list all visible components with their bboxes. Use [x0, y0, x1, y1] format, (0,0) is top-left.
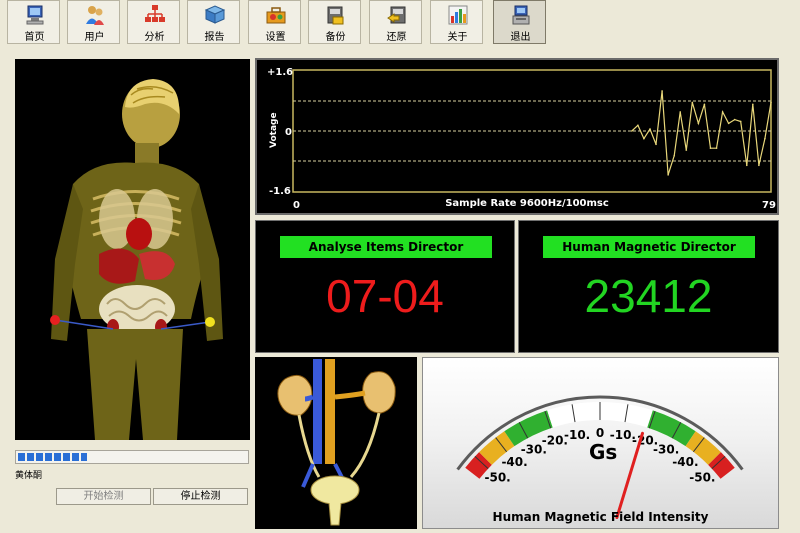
detection-progress-bar	[15, 450, 249, 464]
voltage-point	[649, 128, 651, 130]
urinary-system-illustration	[277, 359, 396, 526]
voltage-point	[679, 111, 682, 113]
y-max-label: +1.6	[267, 67, 293, 78]
users-button[interactable]: 用户	[67, 0, 120, 44]
about-label: 关于	[447, 32, 468, 43]
voltage-point	[643, 137, 645, 140]
kidney-anatomy-panel	[255, 357, 417, 529]
analyse-items-value: 07-04	[326, 270, 444, 322]
y-zero-label: 0	[285, 127, 292, 138]
progress-fill	[18, 453, 87, 461]
y-axis-title: Votage	[269, 112, 279, 148]
gauge-tick-label: -40.	[672, 455, 698, 469]
left-electrode-icon	[50, 315, 60, 325]
voltage-point	[661, 90, 663, 92]
gauge-unit-label: Gs	[589, 440, 618, 464]
voltage-point	[745, 164, 748, 167]
voltage-point	[758, 164, 760, 167]
waveform-panel: +1.6 0 -1.6 Votage 0 79 Sample Rate 9600…	[255, 58, 779, 215]
x-max-label: 79	[762, 200, 776, 211]
voltage-point	[697, 122, 700, 125]
magnetic-gauge-panel: -50. -40. -30. -20. -10. 0 -10. -20. -30. -40. -50…	[422, 357, 779, 529]
y-min-label: -1.6	[269, 186, 291, 197]
x-min-label: 0	[293, 200, 300, 211]
users-label: 用户	[84, 32, 105, 43]
about-button[interactable]: 关于	[430, 0, 483, 44]
home-button[interactable]: 首页	[7, 0, 60, 44]
detection-item-label: 黄体酮	[15, 471, 43, 481]
analyse-items-title: Analyse Items Director	[280, 236, 492, 258]
voltage-point	[637, 124, 639, 127]
voltage-point	[691, 101, 694, 104]
magnetic-director-panel: Human Magnetic Director 23412	[518, 220, 779, 353]
home-computer-icon	[26, 5, 44, 25]
about-chart-icon	[448, 5, 468, 25]
toolbar: 首页 用户 分析 报告 设置 备份 还原 关于 退出	[0, 0, 800, 50]
voltage-series-line	[631, 90, 772, 175]
voltage-point	[673, 154, 675, 157]
voltage-point	[752, 103, 754, 106]
voltage-point	[770, 101, 772, 104]
gauge-tick-label: 0	[596, 426, 604, 440]
voltage-point	[703, 103, 706, 106]
voltage-point	[667, 174, 669, 176]
restore-icon	[387, 6, 406, 24]
restore-button[interactable]: 还原	[369, 0, 422, 44]
magnetic-director-title: Human Magnetic Director	[543, 236, 755, 258]
right-electrode-icon	[205, 317, 215, 327]
voltage-waveform-chart: +1.6 0 -1.6 Votage 0 79 Sample Rate 9600…	[267, 67, 776, 211]
settings-toolbox-icon	[266, 7, 286, 24]
body-anatomy-panel	[15, 59, 250, 440]
exit-button[interactable]: 退出	[493, 0, 546, 44]
gauge-caption: Human Magnetic Field Intensity	[492, 510, 709, 524]
gauge-tick-label: -10.	[564, 428, 590, 442]
report-book-icon	[204, 5, 226, 24]
backup-icon	[327, 6, 344, 25]
voltage-point	[733, 118, 736, 121]
start-detection-button[interactable]: 开始检测	[56, 488, 151, 505]
backup-button[interactable]: 备份	[308, 0, 361, 44]
analysis-label: 分析	[144, 32, 165, 43]
analysis-button[interactable]: 分析	[127, 0, 180, 44]
home-label: 首页	[24, 32, 45, 43]
voltage-point	[721, 111, 724, 113]
human-body-illustration	[50, 79, 223, 440]
gauge-tick-label: -40.	[501, 455, 527, 469]
voltage-point	[739, 120, 742, 123]
voltage-point	[709, 147, 712, 149]
backup-label: 备份	[325, 32, 346, 43]
settings-button[interactable]: 设置	[248, 0, 301, 44]
voltage-point	[727, 122, 730, 125]
voltage-point	[631, 130, 633, 132]
exit-computer-icon	[512, 5, 530, 25]
users-icon	[86, 6, 104, 25]
voltage-point	[764, 137, 766, 140]
gauge-needle	[615, 431, 644, 520]
report-button[interactable]: 报告	[187, 0, 240, 44]
exit-label: 退出	[510, 32, 531, 43]
restore-label: 还原	[386, 32, 407, 43]
report-label: 报告	[204, 32, 225, 43]
voltage-point	[715, 147, 718, 149]
analyse-items-panel: Analyse Items Director 07-04	[255, 220, 515, 353]
gauge-tick-label: -50.	[484, 471, 510, 485]
magnetic-director-value: 23412	[584, 270, 713, 322]
settings-label: 设置	[265, 32, 286, 43]
stop-detection-button[interactable]: 停止检测	[153, 488, 248, 505]
voltage-point	[655, 143, 657, 146]
gauge-tick-label: -50.	[689, 471, 715, 485]
voltage-point	[685, 149, 688, 151]
analysis-tree-icon	[145, 5, 165, 22]
x-axis-title: Sample Rate 9600Hz/100msc	[445, 198, 609, 209]
